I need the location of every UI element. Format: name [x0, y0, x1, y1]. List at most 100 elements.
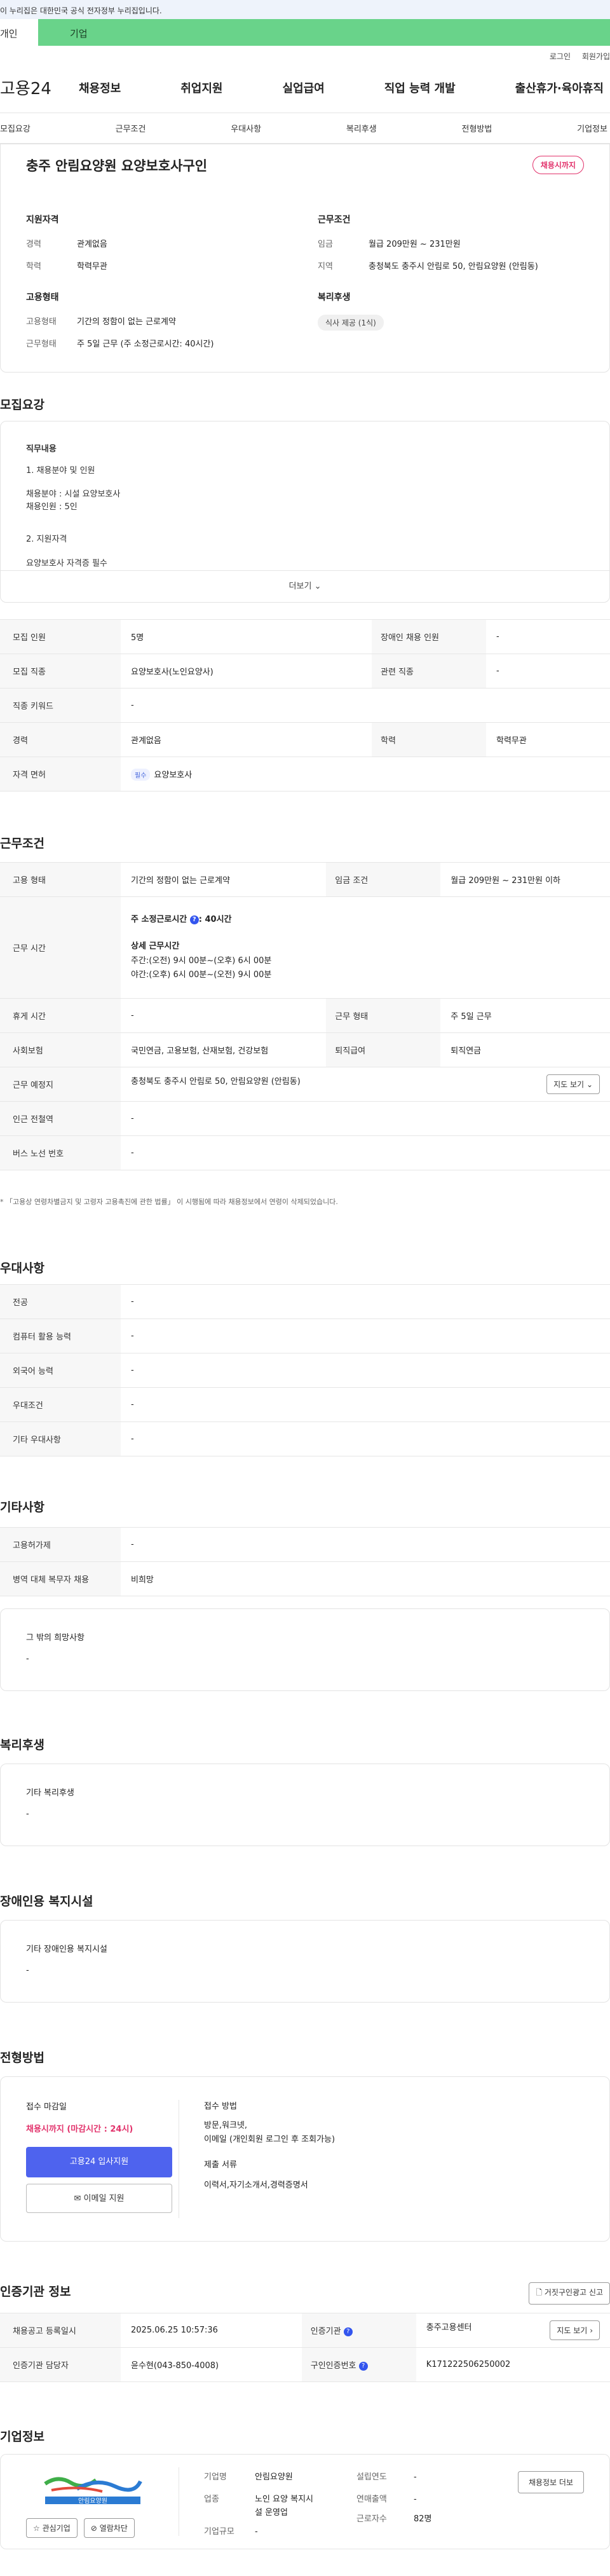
duty-line: 2. 지원자격 — [26, 535, 67, 544]
gnb-item-jobs[interactable]: 채용정보 — [79, 79, 121, 96]
site-logo[interactable]: 고용24 — [0, 76, 57, 99]
row-label: 구인인증번호 ? — [301, 2347, 416, 2382]
row-value: - — [121, 1387, 610, 1422]
row-label: 자격 면허 — [0, 757, 121, 791]
util-links: 로그인 회원가입 — [0, 46, 610, 62]
info-icon[interactable]: ? — [343, 2327, 353, 2336]
apply-button[interactable]: 고용24 입사지원 — [26, 2147, 172, 2177]
info-icon[interactable]: ? — [358, 2361, 368, 2371]
more-label: 더보기 — [288, 582, 312, 591]
row-label: 우대조건 — [0, 1387, 121, 1422]
work-title: 근무조건 — [0, 837, 44, 851]
row-label: 모집 직종 — [0, 654, 121, 689]
block-company-button[interactable]: ⊘ 열람차단 — [83, 2518, 135, 2538]
row-label: 외국어 능력 — [0, 1353, 121, 1388]
table-row: 전공 - — [0, 1284, 610, 1319]
tab-personal[interactable]: 개인 — [0, 19, 38, 46]
company-logo: 안림요양원 — [39, 2471, 147, 2507]
table-row: 모집 직종 요양보호사(노인요양사) 관련 직종 - — [0, 654, 610, 689]
email-apply-button[interactable]: ✉ 이메일 지원 — [26, 2184, 172, 2213]
anchor-company[interactable]: 기업정보 — [577, 122, 607, 134]
etc-table: 고용허가제 - 병역 대체 복무자 채용 비희망 — [0, 1527, 610, 1596]
summary-condition: 근무조건 임금 월급 209만원 ~ 231만원 지역 충청북도 충주시 안림로 5… — [318, 213, 584, 282]
cert-section: 인증기관 정보 🗋 거짓구인광고 신고 — [0, 2282, 610, 2305]
global-nav: 고용24 채용정보 취업지원 실업급여 직업 능력 개발 출산휴가·육아휴직 — [0, 62, 610, 113]
row-value: 퇴직연금 — [440, 1032, 610, 1067]
row-label: 기타 우대사항 — [0, 1422, 121, 1456]
summary-value: 주 5일 근무 (주 소정근로시간: 40시간) — [77, 339, 214, 349]
company-label: 연매출액 — [356, 2494, 387, 2504]
table-row: 채용공고 등록일시 2025.06.25 10:57:36 인증기관 ? 충주고용센터… — [0, 2313, 610, 2348]
etc-hope-box: 그 밖의 희망사항 - — [0, 1608, 610, 1691]
row-value: - — [121, 1284, 610, 1319]
docs-label: 제출 서류 — [204, 2160, 237, 2170]
anchor-recruit[interactable]: 모집요강 — [0, 122, 30, 134]
chevron-down-icon: ⌄ — [586, 1080, 593, 1089]
row-value: K171222506250002 — [416, 2347, 610, 2382]
block-label: 열람차단 — [99, 2524, 128, 2533]
recruit-table: 모집 인원 5명 장애인 채용 인원 - 모집 직종 요양보호사(노인요양사) 관련 직종… — [0, 619, 610, 791]
row-label: 임금 조건 — [326, 862, 441, 897]
row-value: 5명 — [121, 619, 372, 654]
table-row: 직종 키워드 - — [0, 688, 610, 723]
table-row: 인증기관 담당자 윤수현(043-850-4008) 구인인증번호 ? K171222… — [0, 2347, 610, 2382]
weekly-hours-value: : 40시간 — [198, 915, 232, 925]
detail-hours-label: 상세 근무시간 — [131, 942, 180, 952]
company-section: 기업정보 — [0, 2427, 610, 2444]
company-jobs-button[interactable]: 채용정보 더보 — [517, 2471, 584, 2493]
email-apply-label: 이메일 지원 — [83, 2194, 125, 2203]
summary-value: 기간의 정함이 없는 근로계약 — [77, 317, 176, 327]
report-button[interactable]: 🗋 거짓구인광고 신고 — [529, 2282, 610, 2305]
row-label: 장애인 채용 인원 — [372, 619, 486, 654]
map-button[interactable]: 지도 보기 ⌄ — [546, 1074, 600, 1094]
gnb-item-unemployment[interactable]: 실업급여 — [283, 79, 325, 96]
row-value: - — [486, 619, 610, 654]
row-label: 학력 — [372, 722, 486, 757]
summary-label: 임금 — [318, 240, 333, 249]
anchor-welfare[interactable]: 복리후생 — [346, 122, 377, 134]
join-link[interactable]: 회원가입 — [582, 52, 610, 61]
company-info-left: 기업명 안림요양원 업종 노인 요양 복지시 설 운영업 기업규모 - — [204, 2471, 313, 2539]
gnb-item-leave[interactable]: 출산휴가·육아휴직 — [515, 79, 604, 96]
disabled-section: 장애인용 복지시설 — [0, 1892, 610, 1909]
gov-banner-text: 이 누리집은 대한민국 공식 전자정부 누리집입니다. — [0, 6, 162, 15]
etc-section: 기타사항 — [0, 1498, 610, 1515]
anchor-selection[interactable]: 전형방법 — [462, 122, 492, 134]
login-link[interactable]: 로그인 — [550, 52, 571, 61]
weekly-hours-label: 주 소정근로시간 — [131, 915, 187, 925]
company-title: 기업정보 — [0, 2430, 44, 2444]
table-row: 경력 관계없음 학력 학력무관 — [0, 722, 610, 757]
pref-table-wrap: 전공 - 컴퓨터 활용 능력 - 외국어 능력 - 우대조건 - 기타 우대사항 - — [0, 1284, 610, 1456]
row-label: 직종 키워드 — [0, 688, 121, 723]
row-value: - — [121, 1527, 610, 1562]
agency-map-button[interactable]: 지도 보기 › — [550, 2320, 600, 2340]
report-icon: 🗋 — [536, 2288, 543, 2297]
company-value: 82명 — [414, 2514, 432, 2524]
row-label: 근무 시간 — [0, 896, 121, 999]
anchor-work[interactable]: 근무조건 — [116, 122, 146, 134]
docs-value: 이력서,자기소개서,경력증명서 — [204, 2181, 308, 2191]
gnb-item-training[interactable]: 직업 능력 개발 — [384, 79, 456, 96]
company-value: - — [255, 2527, 258, 2537]
selection-title: 전형방법 — [0, 2051, 44, 2065]
favorite-company-button[interactable]: ☆ 관심기업 — [26, 2518, 78, 2538]
hope-heading: 그 밖의 희망사항 — [26, 1633, 85, 1643]
tab-corporate[interactable]: 기업 — [38, 19, 610, 46]
row-label: 고용허가제 — [0, 1527, 121, 1562]
row-value: - — [121, 688, 610, 723]
anchor-pref[interactable]: 우대사항 — [231, 122, 261, 134]
more-button[interactable]: 더보기 ⌄ — [1, 570, 609, 602]
anchor-nav: 모집요강 근무조건 우대사항 복리후생 전형방법 기업정보 — [0, 113, 610, 144]
selection-left: 접수 마감일 채용시까지 (마감시간 : 24시) 고용24 입사지원 ✉ 이메… — [26, 2100, 172, 2213]
summary-label: 근무형태 — [26, 339, 57, 349]
company-value: - — [414, 2494, 417, 2504]
age-note: * 「고용상 연령차별금지 및 고령자 고용촉진에 관한 법률」 이 시행됨에 … — [0, 1198, 338, 1206]
row-value: - — [121, 1135, 610, 1170]
deadline-value: 채용시까지 (마감시간 : 24시) — [26, 2125, 133, 2134]
gnb-item-support[interactable]: 취업지원 — [180, 79, 222, 96]
info-icon[interactable]: ? — [189, 915, 199, 924]
table-row: 버스 노선 번호 - — [0, 1135, 610, 1170]
company-box: 안림요양원 ☆ 관심기업 ⊘ 열람차단 기업명 안림요양원 업종 노인 요양 복지시… — [0, 2454, 610, 2549]
row-label: 병역 대체 복무자 채용 — [0, 1561, 121, 1596]
job-title: 충주 안림요양원 요양보호사구인 — [26, 158, 208, 174]
